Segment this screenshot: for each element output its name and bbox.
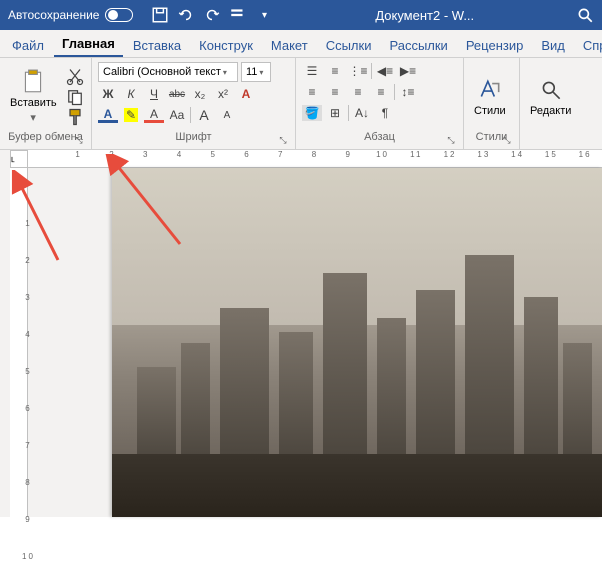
- autosave-toggle[interactable]: [105, 8, 133, 22]
- customize-qat-dropdown-icon[interactable]: ▾: [255, 6, 273, 24]
- font-group: Calibri (Основной текст▾ 11▾ Ж К Ч abc x…: [92, 58, 296, 149]
- styles-button[interactable]: Стили: [470, 62, 510, 131]
- grow-font-icon[interactable]: A: [194, 106, 214, 124]
- title-bar: Автосохранение ▾ Документ2 - W...: [0, 0, 602, 30]
- qat-button[interactable]: [229, 6, 247, 24]
- font-size-combo[interactable]: 11▾: [241, 62, 271, 82]
- font-launcher-icon[interactable]: ⤡: [277, 135, 289, 147]
- shrink-font-icon[interactable]: A: [217, 106, 237, 124]
- autosave-label: Автосохранение: [8, 8, 99, 22]
- copy-icon[interactable]: [65, 88, 85, 106]
- tab-file[interactable]: Файл: [4, 34, 52, 57]
- paste-button[interactable]: Вставить ▾: [6, 62, 61, 131]
- strike-button[interactable]: abc: [167, 85, 187, 103]
- clipboard-group: Вставить ▾ Буфер обмена⤡: [0, 58, 92, 149]
- styles-launcher-icon[interactable]: ⤡: [501, 135, 513, 147]
- redo-icon[interactable]: [203, 6, 221, 24]
- paragraph-launcher-icon[interactable]: ⤡: [445, 135, 457, 147]
- paragraph-group: ☰ ≡ ⋮≡ ◀≡ ▶≡ ≡ ≡ ≡ ≡ ↕≡ 🪣 ⊞ A↓ ¶: [296, 58, 464, 149]
- tab-view[interactable]: Вид: [533, 34, 573, 57]
- justify-icon[interactable]: ≡: [371, 83, 391, 101]
- numbering-icon[interactable]: ≡: [325, 62, 345, 80]
- highlight-button[interactable]: ✎: [121, 106, 141, 124]
- superscript-button[interactable]: x²: [213, 85, 233, 103]
- tab-mailings[interactable]: Рассылки: [381, 34, 455, 57]
- editing-group: Редакти: [520, 58, 602, 149]
- italic-button[interactable]: К: [121, 85, 141, 103]
- search-icon[interactable]: [576, 6, 594, 24]
- multilevel-icon[interactable]: ⋮≡: [348, 62, 368, 80]
- bold-button[interactable]: Ж: [98, 85, 118, 103]
- document-area: ˪ 12345678910111213141516 12345678910: [0, 150, 602, 517]
- save-icon[interactable]: [151, 6, 169, 24]
- document-title: Документ2 - W...: [375, 8, 474, 23]
- tab-layout[interactable]: Макет: [263, 34, 316, 57]
- horizontal-ruler[interactable]: 12345678910111213141516: [28, 150, 602, 168]
- ribbon: Вставить ▾ Буфер обмена⤡ Calibri (Основн…: [0, 58, 602, 150]
- align-left-icon[interactable]: ≡: [302, 83, 322, 101]
- font-color-button[interactable]: A: [144, 108, 164, 123]
- change-case-button[interactable]: Aa: [167, 106, 187, 124]
- show-marks-icon[interactable]: ¶: [375, 104, 395, 122]
- tab-references[interactable]: Ссылки: [318, 34, 380, 57]
- clipboard-launcher-icon[interactable]: ⤡: [73, 135, 85, 147]
- tab-help[interactable]: Справка: [575, 34, 602, 57]
- decrease-indent-icon[interactable]: ◀≡: [375, 62, 395, 80]
- text-effects-button[interactable]: A: [236, 85, 256, 103]
- bullets-icon[interactable]: ☰: [302, 62, 322, 80]
- font-color2-button[interactable]: A: [98, 108, 118, 123]
- subscript-button[interactable]: x₂: [190, 85, 210, 103]
- font-name-combo[interactable]: Calibri (Основной текст▾: [98, 62, 238, 82]
- undo-icon[interactable]: [177, 6, 195, 24]
- line-spacing-icon[interactable]: ↕≡: [398, 83, 418, 101]
- vertical-ruler[interactable]: 12345678910: [10, 168, 28, 517]
- tab-home[interactable]: Главная: [54, 32, 123, 57]
- borders-icon[interactable]: ⊞: [325, 104, 345, 122]
- styles-group: Стили Стили⤡: [464, 58, 520, 149]
- tab-insert[interactable]: Вставка: [125, 34, 189, 57]
- document-page[interactable]: [112, 168, 602, 517]
- align-right-icon[interactable]: ≡: [348, 83, 368, 101]
- editing-button[interactable]: Редакти: [526, 62, 575, 131]
- align-center-icon[interactable]: ≡: [325, 83, 345, 101]
- cut-icon[interactable]: [65, 68, 85, 86]
- inserted-image[interactable]: [112, 168, 602, 517]
- increase-indent-icon[interactable]: ▶≡: [398, 62, 418, 80]
- autosave-control[interactable]: Автосохранение: [8, 8, 133, 22]
- tab-selector[interactable]: ˪: [10, 150, 28, 168]
- sort-icon[interactable]: A↓: [352, 104, 372, 122]
- tab-review[interactable]: Рецензир: [458, 34, 532, 57]
- ribbon-tabs: Файл Главная Вставка Конструк Макет Ссыл…: [0, 30, 602, 58]
- quick-access-toolbar: ▾: [151, 6, 273, 24]
- shading-icon[interactable]: 🪣: [302, 104, 322, 122]
- underline-button[interactable]: Ч: [144, 85, 164, 103]
- tab-design[interactable]: Конструк: [191, 34, 261, 57]
- format-painter-icon[interactable]: [65, 108, 85, 126]
